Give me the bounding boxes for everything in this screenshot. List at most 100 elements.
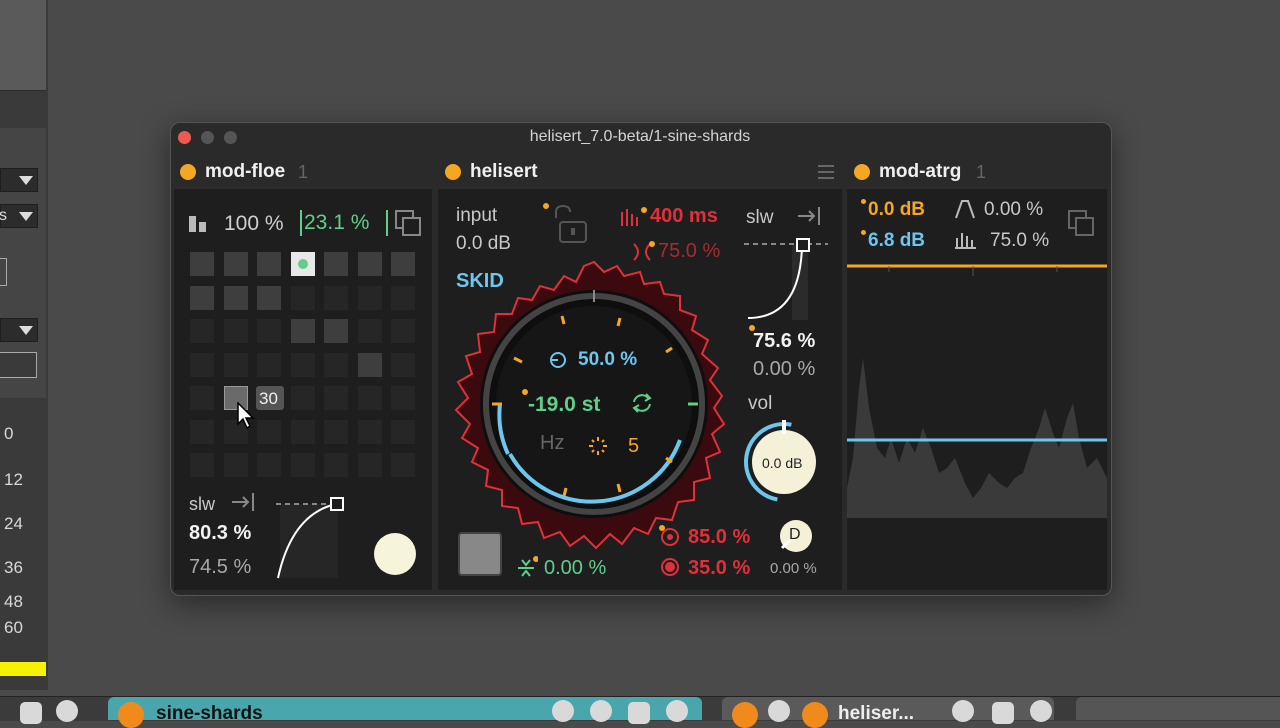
step-cell[interactable] [391, 252, 415, 276]
retrigger-icon[interactable] [796, 204, 824, 228]
step-cell[interactable] [324, 386, 348, 410]
step-cell[interactable] [223, 453, 248, 477]
chevron-down-icon[interactable] [768, 700, 790, 722]
refresh-icon[interactable] [590, 700, 612, 722]
step-cell[interactable] [357, 285, 382, 310]
spread-value[interactable]: 0.00 % [544, 557, 606, 580]
save-icon[interactable] [992, 702, 1014, 724]
step-cell[interactable] [290, 419, 315, 444]
d-knob-value[interactable]: 0.00 % [770, 560, 817, 577]
mod-floe-slw-value[interactable]: 80.3 % [189, 522, 251, 545]
step-cell[interactable] [290, 252, 315, 276]
step-cell[interactable] [290, 386, 315, 410]
input-gain-value[interactable]: 0.0 dB [456, 233, 511, 255]
step-cell[interactable] [391, 453, 415, 477]
left-dropdown-2[interactable]: s [0, 204, 38, 228]
clip-activator-icon[interactable] [118, 702, 144, 728]
hz-label[interactable]: Hz [540, 432, 564, 455]
step-cell[interactable] [357, 386, 382, 410]
freeze-button[interactable] [458, 532, 502, 576]
delay-time-value[interactable]: 400 ms [650, 205, 718, 228]
step-cell[interactable] [190, 319, 214, 343]
voices-value[interactable]: 5 [628, 435, 639, 458]
step-cell[interactable] [257, 252, 281, 276]
more-icon[interactable] [1030, 700, 1052, 722]
loop-icon[interactable] [628, 390, 656, 416]
step-cell[interactable] [257, 453, 281, 477]
step-cell[interactable] [257, 352, 281, 377]
feedback-value[interactable]: 85.0 % [688, 526, 750, 549]
device-activator-icon[interactable] [732, 702, 758, 728]
step-cell[interactable] [357, 453, 382, 477]
copy-icon[interactable] [393, 208, 423, 238]
step-cell[interactable] [357, 252, 382, 276]
save-icon[interactable] [628, 702, 650, 724]
step-cell[interactable] [290, 453, 315, 477]
step-cell[interactable] [190, 453, 214, 477]
step-cell[interactable] [257, 285, 281, 310]
step-cell[interactable] [190, 386, 214, 410]
level-value[interactable]: 6.8 dB [868, 230, 925, 252]
mod-floe-step-grid[interactable] [190, 252, 420, 480]
dial-percent-value[interactable]: 50.0 % [578, 349, 637, 371]
wrench-icon[interactable] [802, 702, 828, 728]
step-cell[interactable] [290, 285, 315, 310]
more-icon[interactable] [56, 700, 78, 722]
retrigger-icon[interactable] [230, 490, 258, 514]
step-cell[interactable] [391, 319, 415, 343]
helisert-slw-value-2[interactable]: 0.00 % [753, 358, 815, 381]
envelope-display[interactable] [847, 258, 1107, 578]
step-cell[interactable] [290, 319, 315, 343]
step-cell[interactable] [357, 319, 382, 343]
mix-value[interactable]: 35.0 % [688, 557, 750, 580]
mod-floe-power-icon[interactable] [180, 164, 196, 180]
copy-icon[interactable] [1066, 208, 1096, 238]
step-cell[interactable] [257, 319, 281, 343]
step-cell[interactable] [223, 352, 248, 377]
bars-icon[interactable] [188, 212, 210, 234]
step-cell[interactable] [324, 419, 348, 444]
left-input-box[interactable] [0, 352, 37, 378]
step-cell[interactable] [324, 453, 348, 477]
step-cell[interactable] [357, 352, 382, 377]
step-cell[interactable] [190, 352, 214, 377]
lock-icon[interactable] [540, 200, 592, 248]
step-cell[interactable] [391, 386, 415, 410]
mod-floe-curve[interactable] [272, 494, 352, 582]
step-cell[interactable] [223, 285, 248, 310]
mod-floe-second-value[interactable]: 74.5 % [189, 556, 251, 579]
mod-floe-trigger-button[interactable] [374, 533, 416, 575]
mod-atrg-power-icon[interactable] [854, 164, 870, 180]
threshold-value[interactable]: 0.0 dB [868, 199, 925, 221]
step-cell[interactable] [223, 319, 248, 343]
menu-icon[interactable] [816, 163, 836, 181]
step-cell[interactable] [324, 319, 348, 343]
step-cell[interactable] [324, 352, 348, 377]
step-cell[interactable] [391, 285, 415, 310]
helisert-slw-value[interactable]: 75.6 % [753, 330, 815, 353]
step-cell[interactable] [391, 352, 415, 377]
step-cell[interactable] [190, 252, 214, 276]
release-value[interactable]: 75.0 % [990, 230, 1049, 252]
left-dropdown-1[interactable] [0, 168, 38, 192]
mod-floe-depth-value[interactable]: 100 % [224, 212, 284, 236]
step-cell[interactable] [190, 285, 214, 310]
step-cell[interactable] [391, 419, 415, 444]
step-cell[interactable] [290, 352, 315, 377]
left-field-box[interactable] [0, 258, 7, 286]
step-cell[interactable] [190, 419, 214, 444]
step-cell[interactable] [257, 419, 281, 444]
mod-floe-amount-value[interactable]: 23.1 % [304, 211, 369, 235]
refresh-icon[interactable] [952, 700, 974, 722]
step-cell[interactable] [223, 252, 248, 276]
save-icon[interactable] [20, 702, 42, 724]
attack-value[interactable]: 0.00 % [984, 199, 1043, 221]
pitch-value[interactable]: -19.0 st [528, 393, 600, 417]
step-cell[interactable] [324, 252, 348, 276]
step-cell[interactable] [324, 285, 348, 310]
helisert-power-icon[interactable] [445, 164, 461, 180]
wave-icon[interactable] [552, 700, 574, 722]
helisert-slw-curve[interactable] [742, 232, 832, 332]
more-icon[interactable] [666, 700, 688, 722]
left-dropdown-3[interactable] [0, 318, 38, 342]
